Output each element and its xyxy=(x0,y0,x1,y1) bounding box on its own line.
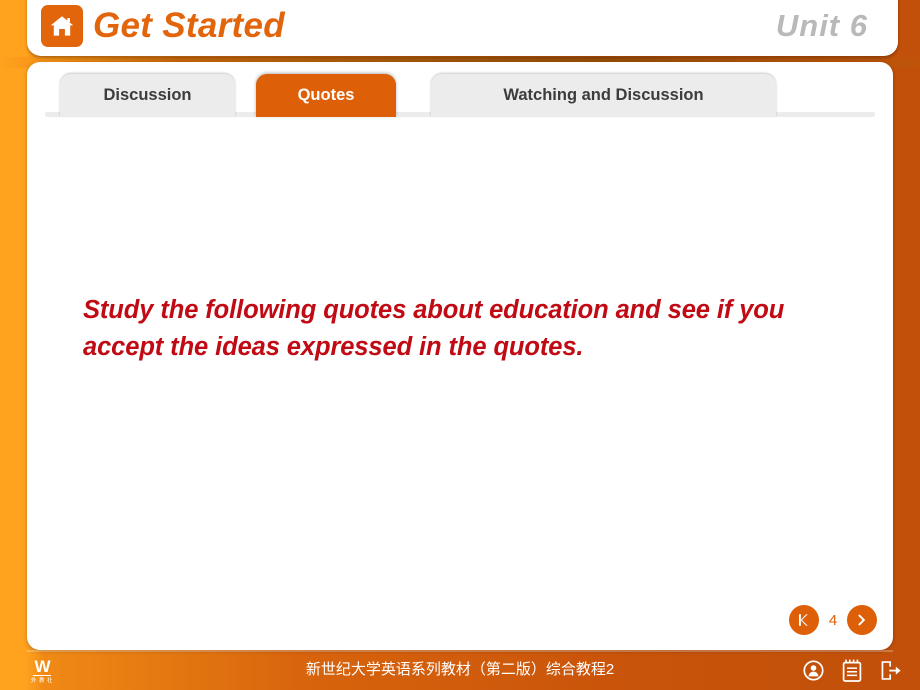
tab-label: Watching and Discussion xyxy=(503,86,704,104)
notepad-icon[interactable] xyxy=(841,658,863,682)
slide-root: Get Started Unit 6 Discussion Quotes Wat… xyxy=(0,0,920,690)
tab-label: Quotes xyxy=(297,86,355,104)
footer-divider xyxy=(27,650,893,652)
page-number: 4 xyxy=(828,611,838,629)
page-title: Get Started xyxy=(93,6,285,45)
footer-title: 新世纪大学英语系列教材（第二版）综合教程2 xyxy=(305,661,615,678)
content-panel: Discussion Quotes Watching and Discussio… xyxy=(27,62,893,650)
next-icon[interactable] xyxy=(847,605,877,635)
tab-bar: Discussion Quotes Watching and Discussio… xyxy=(27,62,893,120)
tab-watching-and-discussion[interactable]: Watching and Discussion xyxy=(431,74,776,117)
unit-label: Unit 6 xyxy=(775,8,868,43)
tab-quotes[interactable]: Quotes xyxy=(256,74,396,117)
exit-icon[interactable] xyxy=(880,658,902,682)
footer-icon-group xyxy=(802,657,902,683)
previous-icon[interactable] xyxy=(789,605,819,635)
home-icon[interactable] xyxy=(41,5,83,47)
user-icon[interactable] xyxy=(802,658,824,682)
tab-discussion[interactable]: Discussion xyxy=(60,74,235,117)
pager: 4 xyxy=(789,604,877,636)
tab-label: Discussion xyxy=(103,86,192,104)
header-bar: Get Started Unit 6 xyxy=(27,0,898,56)
instruction-text: Study the following quotes about educati… xyxy=(83,296,785,361)
footer-bar: W 外 教 社 新世纪大学英语系列教材（第二版）综合教程2 xyxy=(0,650,920,690)
